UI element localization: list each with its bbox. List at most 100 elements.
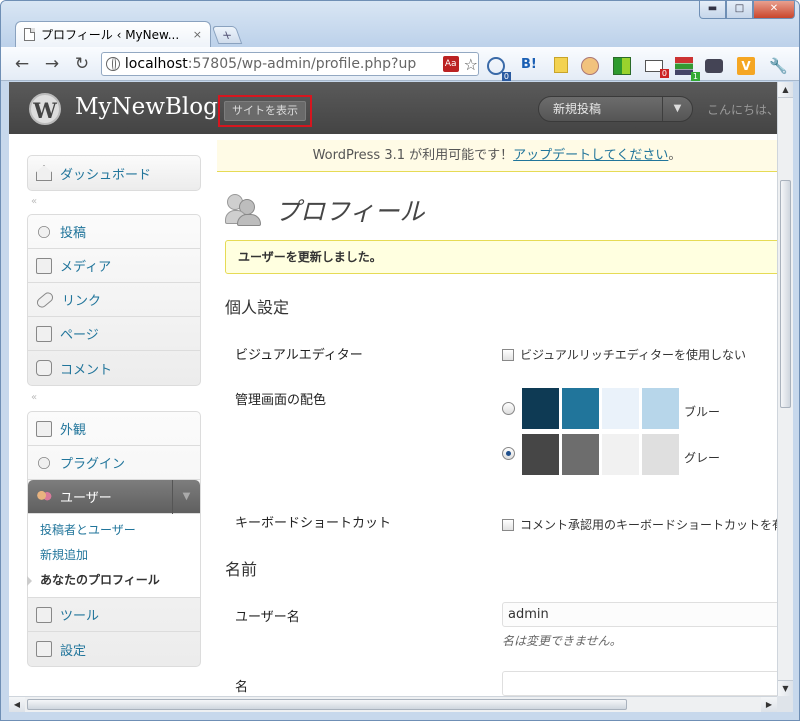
sidebar-item-label: 外観 — [60, 423, 87, 438]
blog-name: MyNewBlog — [75, 94, 218, 120]
title-bar: プロフィール ‹ MyNew... × + ▬ □ ✕ — [1, 1, 799, 47]
plugin-icon — [38, 456, 50, 469]
scroll-right-arrow-icon[interactable]: ▶ — [761, 697, 777, 712]
sidebar-item-settings[interactable]: 設定 — [28, 632, 200, 666]
horizontal-scroll-thumb[interactable] — [27, 699, 627, 710]
page-title: プロフィール — [275, 197, 425, 226]
wrench-menu-icon[interactable]: 🔧 — [769, 57, 788, 75]
new-post-dropdown[interactable]: 新規投稿 ▼ — [538, 96, 693, 122]
sidebar-group-dashboard: ダッシュボード — [27, 155, 201, 191]
sidebar-item-label: 投稿 — [60, 226, 87, 241]
sidebar-item-label: ユーザー — [60, 491, 112, 506]
mail-extension-icon[interactable] — [645, 60, 669, 78]
sidebar-item-comments[interactable]: コメント — [28, 351, 200, 385]
pushpin-icon — [38, 225, 50, 238]
scrollbar-corner — [777, 696, 793, 712]
sidebar-item-label: 設定 — [60, 643, 87, 659]
greeting-text: こんにちは、 — [707, 103, 777, 117]
sidebar-item-label: プラグイン — [60, 457, 126, 472]
dictionary-extension-icon[interactable]: Aa — [442, 56, 459, 72]
visual-editor-label: ビジュアルエディター — [235, 348, 363, 363]
close-window-button[interactable]: ✕ — [753, 1, 795, 19]
tab-close-icon[interactable]: × — [193, 28, 202, 41]
address-bar[interactable]: localhost:57805/wp-admin/profile.php?up … — [101, 52, 479, 76]
page-viewport: W MyNewBlog サイトを表示 新規投稿 ▼ こんにちは、 ダッシュボード… — [9, 82, 777, 696]
color-swatch — [642, 388, 679, 429]
face-extension-icon[interactable] — [581, 57, 599, 75]
new-post-label[interactable]: 新規投稿 — [553, 102, 601, 116]
sidebar-item-tools[interactable]: ツール — [28, 598, 200, 632]
personal-options-heading: 個人設定 — [225, 298, 290, 317]
first-name-label: 名 — [235, 680, 249, 695]
menu-collapse-separator[interactable]: « — [31, 196, 37, 207]
comment-icon — [36, 360, 52, 376]
sidebar-item-appearance[interactable]: 外観 — [28, 412, 200, 446]
minimize-button[interactable]: ▬ — [699, 1, 726, 19]
horizontal-scrollbar[interactable]: ◀ ▶ — [9, 696, 777, 712]
url-text[interactable]: localhost:57805/wp-admin/profile.php?up — [125, 56, 441, 72]
stack-extension-icon[interactable] — [675, 57, 700, 81]
users-icon — [36, 488, 52, 505]
color-scheme-gray-radio[interactable] — [502, 447, 515, 460]
sidebar-item-media[interactable]: メディア — [28, 249, 200, 283]
sidebar-item-label: コメント — [60, 362, 113, 378]
sidebar-item-links[interactable]: リンク — [28, 283, 200, 317]
v-extension-icon[interactable]: V — [737, 57, 755, 75]
color-scheme-blue-label[interactable]: ブルー — [684, 403, 720, 420]
sidebar-item-users[interactable]: ユーザー ▼ — [28, 480, 200, 514]
globe-icon — [106, 57, 120, 71]
first-name-input[interactable] — [502, 671, 777, 696]
sidebar-item-label: ページ — [60, 328, 99, 343]
scroll-left-arrow-icon[interactable]: ◀ — [9, 697, 25, 712]
submenu-item-all-users[interactable]: 投稿者とユーザー — [28, 518, 200, 543]
sidebar-item-label: メディア — [60, 260, 112, 275]
sticky-note-icon[interactable] — [554, 57, 568, 73]
window-controls: ▬ □ ✕ — [699, 1, 795, 19]
magnifier-extension-icon[interactable] — [487, 57, 511, 81]
submenu-item-your-profile[interactable]: あなたのプロフィール — [27, 568, 200, 593]
scroll-up-arrow-icon[interactable]: ▲ — [778, 82, 793, 98]
update-nag: WordPress 3.1 が利用可能です！アップデートしてください。 — [217, 140, 777, 172]
sidebar-item-plugins[interactable]: プラグイン — [28, 446, 200, 480]
vertical-scroll-thumb[interactable] — [780, 180, 791, 408]
sidebar-item-dashboard[interactable]: ダッシュボード — [28, 156, 200, 190]
username-input[interactable]: admin — [502, 602, 777, 627]
color-swatch — [602, 388, 639, 429]
wp-admin-header: W MyNewBlog サイトを表示 新規投稿 ▼ こんにちは、 — [9, 82, 777, 134]
back-button[interactable]: ← — [11, 53, 33, 75]
new-tab-button[interactable]: + — [211, 26, 243, 44]
scroll-down-arrow-icon[interactable]: ▼ — [778, 680, 793, 696]
color-scheme-blue-radio[interactable] — [502, 402, 515, 415]
tab-title: プロフィール ‹ MyNew... — [41, 28, 180, 42]
bookmark-star-icon[interactable]: ☆ — [464, 55, 478, 74]
sidebar-item-label: リンク — [62, 294, 102, 309]
username-description: 名は変更できません。 — [502, 634, 622, 648]
hatena-bookmark-icon[interactable]: B! — [521, 57, 537, 75]
sidebar-item-posts[interactable]: 投稿 — [28, 215, 200, 249]
settings-icon — [36, 641, 52, 657]
visual-editor-checkbox[interactable] — [502, 348, 514, 361]
maximize-button[interactable]: □ — [726, 1, 753, 19]
update-link[interactable]: アップデートしてください — [513, 148, 668, 163]
reload-button[interactable]: ↻ — [71, 53, 93, 75]
sidebar-group-admin: 外観 プラグイン ユーザー ▼ 投稿者とユーザー 新規追加 あなたのプロフィール… — [27, 411, 201, 667]
appearance-icon — [36, 420, 52, 437]
chevron-down-icon[interactable]: ▼ — [172, 480, 200, 514]
submenu-item-add-new[interactable]: 新規追加 — [28, 543, 200, 568]
visual-editor-option[interactable]: ビジュアルリッチエディターを使用しない — [502, 346, 746, 363]
keyboard-shortcuts-option[interactable]: コメント承認用のキーボードショートカットを有効 — [502, 516, 777, 533]
grid-extension-icon[interactable] — [613, 57, 631, 75]
sidebar-item-pages[interactable]: ページ — [28, 317, 200, 351]
name-heading: 名前 — [225, 560, 258, 579]
browser-tab[interactable]: プロフィール ‹ MyNew... × — [15, 21, 211, 47]
sidebar-item-label: ツール — [60, 609, 100, 624]
forward-button[interactable]: → — [41, 53, 63, 75]
username-label: ユーザー名 — [235, 610, 300, 625]
visit-site-button[interactable]: サイトを表示 — [224, 101, 306, 121]
vertical-scrollbar[interactable]: ▲ ▼ — [777, 82, 793, 696]
keyboard-shortcuts-checkbox[interactable] — [502, 518, 514, 531]
color-scheme-gray-label[interactable]: グレー — [684, 449, 720, 466]
chevron-down-icon[interactable]: ▼ — [662, 97, 692, 121]
menu-collapse-separator[interactable]: « — [31, 392, 37, 403]
camera-extension-icon[interactable] — [705, 59, 723, 73]
